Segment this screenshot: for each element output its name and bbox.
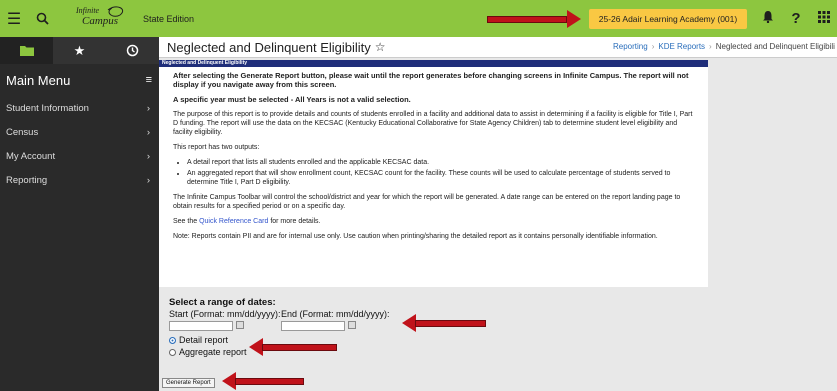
annotation-arrow-icon [487,10,581,28]
sidebar-item-my-account[interactable]: My Account › [0,144,159,168]
end-date-group [281,321,356,333]
breadcrumb-current: Neglected and Delinquent Eligibili [715,42,835,51]
panel-heading: Neglected and Delinquent Eligibility [159,60,708,67]
sidebar-item-label: Student Information [6,102,89,114]
outputs-list: A detail report that lists all students … [187,158,696,187]
top-right-tools: ? [754,0,837,37]
start-date-label: Start (Format: mm/dd/yyyy): [169,309,281,319]
generate-report-button[interactable]: Generate Report [162,378,215,388]
logo-text-infinite: Infinite [76,5,100,15]
annotation-arrow-icon [402,314,486,332]
logo-text-campus: Campus [82,14,119,27]
radio-aggregate-label: Aggregate report [179,347,247,357]
folder-icon[interactable] [0,37,53,64]
date-inputs [169,321,390,333]
purpose-text: The purpose of this report is to provide… [173,111,693,136]
list-item: An aggregated report that will show enro… [187,169,696,187]
breadcrumb: Reporting › KDE Reports › Neglected and Deli… [613,42,835,51]
page-title: Neglected and Delinquent Eligibility [167,39,371,55]
radio-unselected-icon[interactable] [169,348,176,356]
sidebar-item-label: Census [6,126,39,138]
chevron-right-icon: › [146,150,150,162]
date-range-heading: Select a range of dates: [169,297,276,308]
toolbar-note: The Infinite Campus Toolbar will control… [173,194,681,210]
date-labels: Start (Format: mm/dd/yyyy): End (Format:… [169,309,390,319]
info-panel: Neglected and Delinquent Eligibility Aft… [159,60,708,287]
sidebar-item-census[interactable]: Census › [0,120,159,144]
app-grid-icon[interactable] [810,10,837,27]
radio-selected-icon[interactable] [169,336,176,344]
panel-body: After selecting the Generate Report butt… [159,67,708,241]
annotation-arrow-icon [222,372,304,390]
sidebar-tabs: ★ [0,37,159,64]
breadcrumb-kde-reports[interactable]: KDE Reports [658,42,705,51]
edition-label: State Edition [143,13,195,24]
breadcrumb-reporting[interactable]: Reporting [613,42,648,51]
favorite-star-icon[interactable]: ☆ [375,40,386,54]
list-item: A detail report that lists all students … [187,158,696,167]
radio-detail-label: Detail report [179,335,229,345]
calendar-icon[interactable] [236,321,244,329]
year-note: A specific year must be selected - All Y… [173,95,411,104]
chevron-right-icon: › [146,126,150,138]
annotation-arrow-icon [249,338,337,356]
outputs-intro: This report has two outputs: [173,144,260,151]
hamburger-menu-icon[interactable]: ☰ [0,0,28,37]
calendar-icon[interactable] [348,321,356,329]
see-post: for more details. [270,218,321,225]
star-icon[interactable]: ★ [53,37,106,64]
main-menu-title: Main Menu [6,72,71,88]
quick-reference-card-link[interactable]: Quick Reference Card [199,218,268,225]
main-menu-header: Main Menu ≡ [0,64,159,96]
see-pre: See the [173,218,198,225]
help-icon[interactable]: ? [782,10,810,27]
chevron-right-icon: › [146,174,150,186]
start-date-input[interactable] [169,321,233,331]
sidebar-item-label: My Account [6,150,56,162]
sidebar-item-student-information[interactable]: Student Information › [0,96,159,120]
sidebar: ★ Main Menu ≡ Student Information › Cens… [0,37,159,391]
infinite-campus-logo: Infinite Campus [68,5,134,33]
breadcrumb-separator-icon: › [709,42,712,51]
school-selector[interactable]: 25-26 Adair Learning Academy (001) [589,9,747,29]
breadcrumb-separator-icon: › [651,42,655,51]
menu-collapse-icon[interactable]: ≡ [146,74,152,86]
start-date-group [169,321,281,333]
warning-text: After selecting the Generate Report butt… [173,71,689,89]
sidebar-item-label: Reporting [6,174,48,186]
end-date-label: End (Format: mm/dd/yyyy): [281,309,390,319]
see-more-text: See the Quick Reference Card for more de… [173,217,696,226]
sidebar-item-reporting[interactable]: Reporting › [0,168,159,192]
chevron-right-icon: › [146,102,150,114]
bell-icon[interactable] [754,10,782,27]
pii-note: Note: Reports contain PII and are for in… [173,233,658,240]
search-icon[interactable] [28,0,56,37]
end-date-input[interactable] [281,321,345,331]
history-icon[interactable] [106,37,159,64]
